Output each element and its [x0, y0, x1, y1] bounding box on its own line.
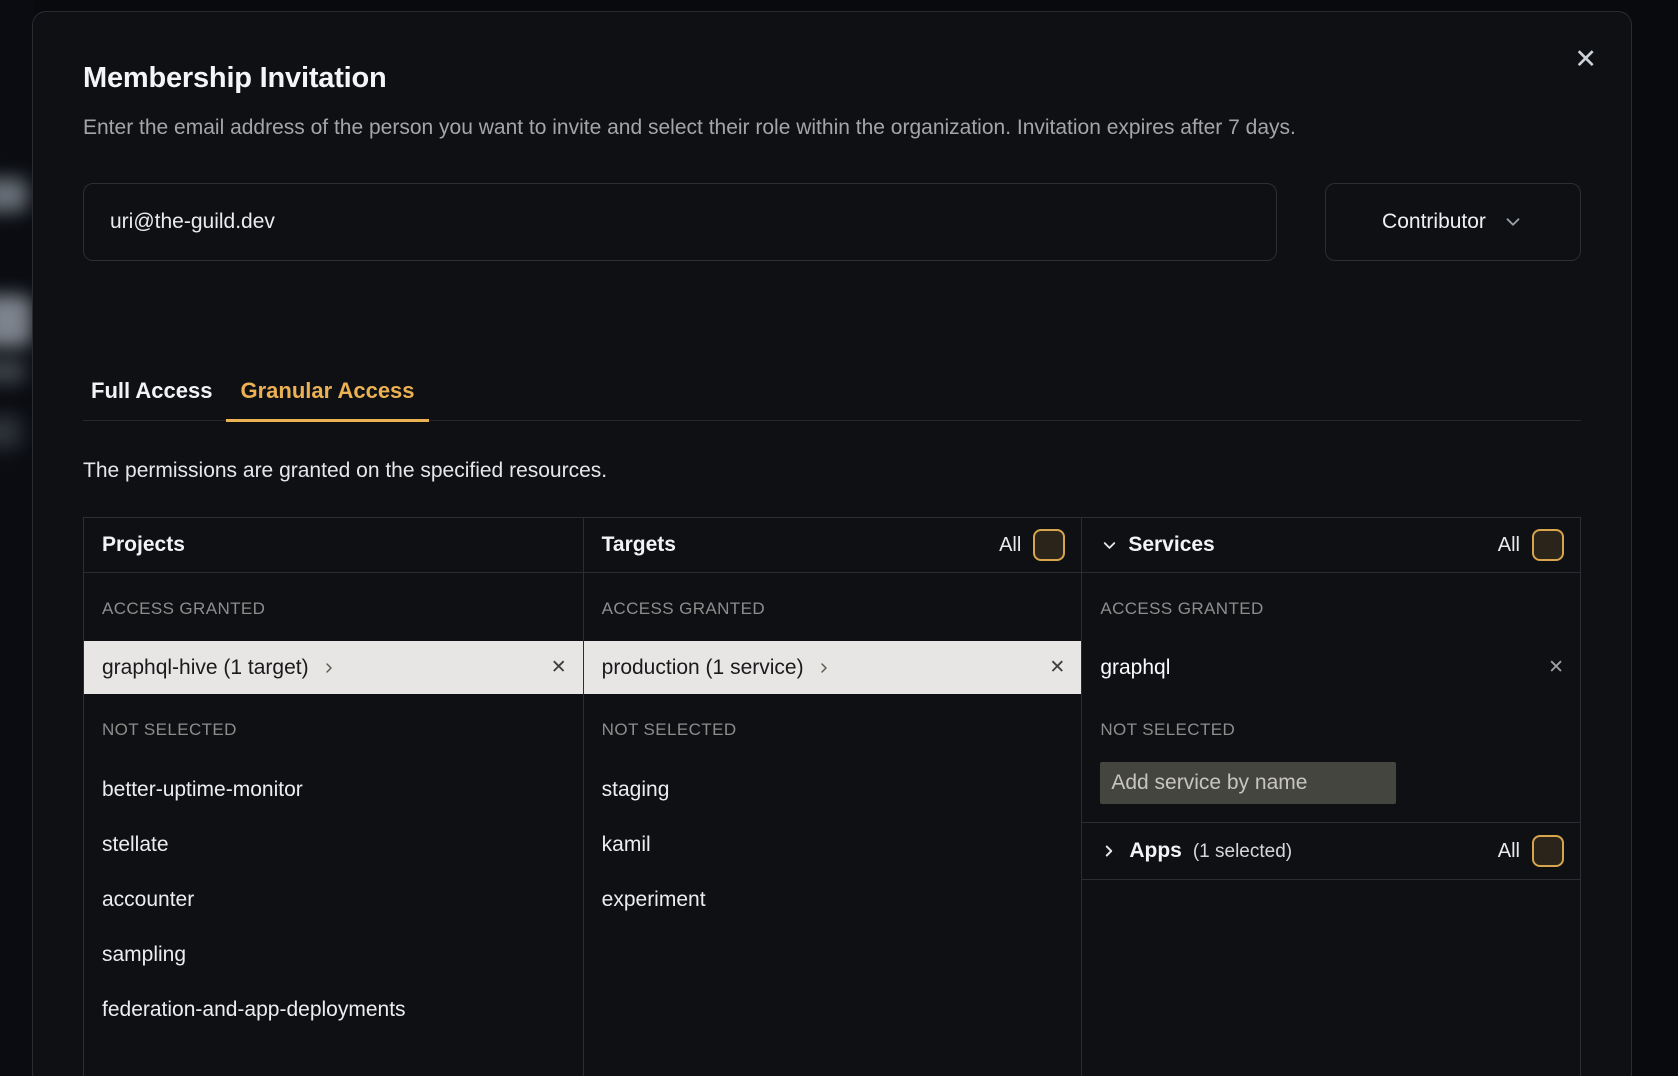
target-list-item[interactable]: staging [584, 762, 1082, 817]
background-app-content [0, 0, 34, 1076]
resource-selector-table: Projects ACCESS GRANTED graphql-hive (1 … [83, 517, 1581, 1076]
target-list-item[interactable]: kamil [584, 817, 1082, 872]
access-granted-label: ACCESS GRANTED [84, 573, 583, 641]
add-service-input[interactable] [1100, 762, 1396, 804]
access-granted-label: ACCESS GRANTED [1082, 573, 1580, 641]
apps-all-label: All [1498, 840, 1520, 863]
role-selected-value: Contributor [1382, 210, 1486, 234]
apps-all-group: All [1498, 835, 1564, 867]
targets-column-header: Targets All [584, 518, 1082, 573]
services-all-checkbox[interactable] [1532, 529, 1564, 561]
project-list-item[interactable]: federation-and-app-deployments [84, 982, 583, 1037]
granted-project-name: graphql-hive (1 target) [102, 656, 309, 680]
granted-service-name: graphql [1100, 656, 1170, 680]
targets-all-label: All [999, 534, 1021, 557]
close-icon[interactable]: ✕ [1574, 46, 1597, 73]
access-granted-label: ACCESS GRANTED [584, 573, 1082, 641]
remove-service-icon[interactable]: ✕ [1548, 656, 1564, 679]
background-blur-fragment [0, 178, 28, 212]
services-all-label: All [1498, 534, 1520, 557]
target-list-item[interactable]: experiment [584, 872, 1082, 927]
remove-target-icon[interactable]: ✕ [1049, 656, 1065, 679]
targets-header-label: Targets [602, 533, 676, 557]
services-all-group: All [1498, 529, 1564, 561]
chevron-right-icon [816, 660, 832, 676]
targets-all-group: All [999, 529, 1065, 561]
granted-target-row[interactable]: production (1 service) ✕ [584, 641, 1082, 694]
dialog-description: Enter the email address of the person yo… [83, 109, 1463, 147]
chevron-right-icon [321, 660, 337, 676]
email-input[interactable] [83, 183, 1277, 261]
project-list-item[interactable]: better-uptime-monitor [84, 762, 583, 817]
remove-project-icon[interactable]: ✕ [551, 656, 567, 679]
tab-granular-access[interactable]: Granular Access [226, 377, 428, 422]
projects-header-label: Projects [102, 533, 185, 557]
granted-project-row[interactable]: graphql-hive (1 target) ✕ [84, 641, 583, 694]
invite-row: Contributor [83, 183, 1581, 261]
not-selected-label: NOT SELECTED [84, 694, 583, 762]
chevron-down-icon [1502, 211, 1524, 233]
services-column: Services All ACCESS GRANTED graphql ✕ NO… [1081, 518, 1580, 1076]
apps-all-checkbox[interactable] [1532, 835, 1564, 867]
granted-service-row: graphql ✕ [1082, 641, 1580, 694]
project-list-item[interactable]: sampling [84, 927, 583, 982]
granted-target-name: production (1 service) [602, 656, 804, 680]
access-tabs: Full Access Granular Access [83, 377, 1581, 421]
services-header-label: Services [1128, 533, 1214, 557]
background-blur-fragment [0, 295, 32, 347]
targets-all-checkbox[interactable] [1033, 529, 1065, 561]
projects-column-header: Projects [84, 518, 583, 573]
chevron-right-icon [1100, 842, 1118, 860]
tab-full-access[interactable]: Full Access [83, 377, 226, 422]
background-blur-fragment [0, 415, 22, 449]
role-select[interactable]: Contributor [1325, 183, 1581, 261]
not-selected-label: NOT SELECTED [584, 694, 1082, 762]
services-column-header: Services All [1082, 518, 1580, 573]
permissions-note: The permissions are granted on the speci… [83, 459, 1581, 483]
background-blur-fragment [0, 358, 26, 384]
not-selected-label: NOT SELECTED [1082, 694, 1580, 762]
project-list-item[interactable]: stellate [84, 817, 583, 872]
chevron-down-icon[interactable] [1100, 536, 1119, 555]
projects-column: Projects ACCESS GRANTED graphql-hive (1 … [84, 518, 583, 1076]
apps-section-row[interactable]: Apps (1 selected) All [1082, 822, 1580, 880]
membership-invitation-dialog: ✕ Membership Invitation Enter the email … [32, 11, 1632, 1076]
apps-title: Apps [1129, 839, 1182, 863]
targets-column: Targets All ACCESS GRANTED production (1… [583, 518, 1082, 1076]
project-list-item[interactable]: accounter [84, 872, 583, 927]
dialog-title: Membership Invitation [83, 62, 1581, 95]
apps-selected-count: (1 selected) [1193, 841, 1292, 863]
